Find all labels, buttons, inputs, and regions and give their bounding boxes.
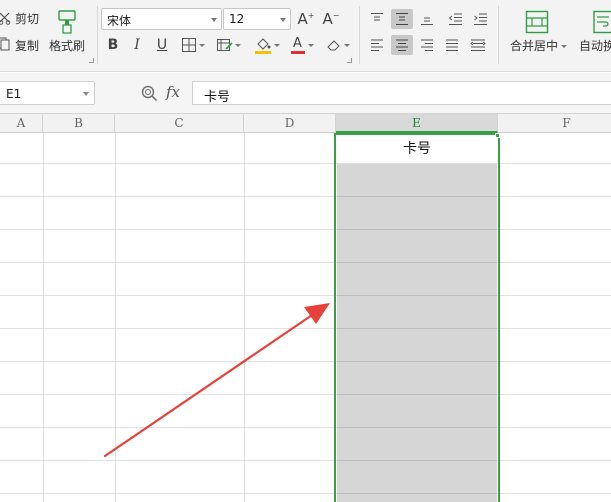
chevron-down-icon[interactable] [561,45,567,48]
ribbon-separator [359,6,360,64]
formula-input[interactable]: 卡号 [192,81,611,105]
gridline [0,427,611,428]
gridline [0,361,611,362]
bold-icon[interactable]: B [104,36,122,54]
format-painter-icon[interactable] [56,9,78,35]
gridline [337,196,497,197]
gridline [0,229,611,230]
border-icon[interactable] [180,36,206,54]
ribbon-toolbar: 剪切 复制 格式刷 宋体 12 A + A − B I U A 合并居中 自动换 [0,0,611,72]
gridline [337,361,497,362]
underline-icon[interactable]: U [154,36,170,54]
gridline [337,427,497,428]
gridline [337,262,497,263]
sheet-grid[interactable]: 卡号 [0,133,611,502]
increase-indent-icon[interactable] [470,9,490,29]
gridline [0,328,611,329]
gridline [0,460,611,461]
ribbon-separator [498,6,499,64]
gridline [0,493,611,494]
gridline [0,262,611,263]
gridline [0,394,611,395]
name-box[interactable]: E1 [0,81,95,105]
cut-button-label[interactable]: 剪切 [15,12,39,26]
clear-format-icon[interactable] [324,36,352,54]
italic-icon[interactable]: I [129,36,145,54]
column-headers: A B C D E F [0,114,611,133]
gridline [0,196,611,197]
column-header-b[interactable]: B [43,114,115,132]
wrap-text-icon[interactable] [592,9,611,35]
align-top-icon[interactable] [367,9,387,29]
fill-handle[interactable] [495,133,500,138]
justify-icon[interactable] [442,35,462,55]
name-box-value: E1 [6,87,22,101]
gridline [337,460,497,461]
gridline [337,295,497,296]
align-center-icon[interactable] [391,35,413,55]
increase-font-size-icon[interactable]: A + [296,9,316,29]
insert-function-icon[interactable]: fx [166,83,180,101]
copy-icon[interactable] [0,37,10,51]
distributed-align-icon[interactable] [467,35,489,55]
column-header-a[interactable]: A [0,114,43,132]
gridline [244,133,245,502]
align-middle-icon[interactable] [391,9,413,29]
merge-center-label[interactable]: 合并居中 [510,39,558,53]
formula-bar: E1 fx 卡号 [0,73,611,114]
gridline [337,229,497,230]
selected-range-fill [337,164,497,502]
copy-button-label[interactable]: 复制 [15,39,39,53]
wrap-text-label[interactable]: 自动换 [579,39,611,53]
cell-format-icon[interactable] [214,36,242,54]
scissors-icon[interactable] [0,11,12,25]
fill-color-icon[interactable] [253,35,281,55]
clipboard-group-launcher[interactable] [89,58,94,63]
chevron-down-icon [83,92,89,96]
decrease-indent-icon[interactable] [445,9,465,29]
formula-value: 卡号 [204,90,231,105]
align-bottom-icon[interactable] [417,9,437,29]
column-header-f[interactable]: F [498,114,611,132]
gridline [0,295,611,296]
font-group-launcher[interactable] [347,58,352,63]
gridline [337,493,497,494]
font-name-dropdown[interactable]: 宋体 [101,8,222,30]
cell-e1[interactable]: 卡号 [336,135,498,163]
ribbon-separator [97,6,98,64]
column-header-e[interactable]: E [336,114,498,133]
column-header-c[interactable]: C [115,114,244,132]
font-size-value: 12 [229,12,245,26]
chevron-down-icon [211,18,217,22]
decrease-font-size-icon[interactable]: A − [321,9,341,29]
gridline [337,328,497,329]
format-painter-label[interactable]: 格式刷 [49,39,85,53]
align-right-icon[interactable] [417,35,437,55]
font-color-icon[interactable]: A [288,35,316,55]
gridline [43,133,44,502]
gridline [498,133,499,502]
zoom-search-icon[interactable] [140,84,158,102]
merge-center-icon[interactable] [524,9,550,35]
font-name-value: 宋体 [107,14,132,28]
gridline [337,394,497,395]
column-header-d[interactable]: D [244,114,336,132]
chevron-down-icon [280,18,286,22]
font-size-dropdown[interactable]: 12 [223,8,291,30]
gridline [115,133,116,502]
align-left-icon[interactable] [367,35,387,55]
gridline [0,163,611,164]
